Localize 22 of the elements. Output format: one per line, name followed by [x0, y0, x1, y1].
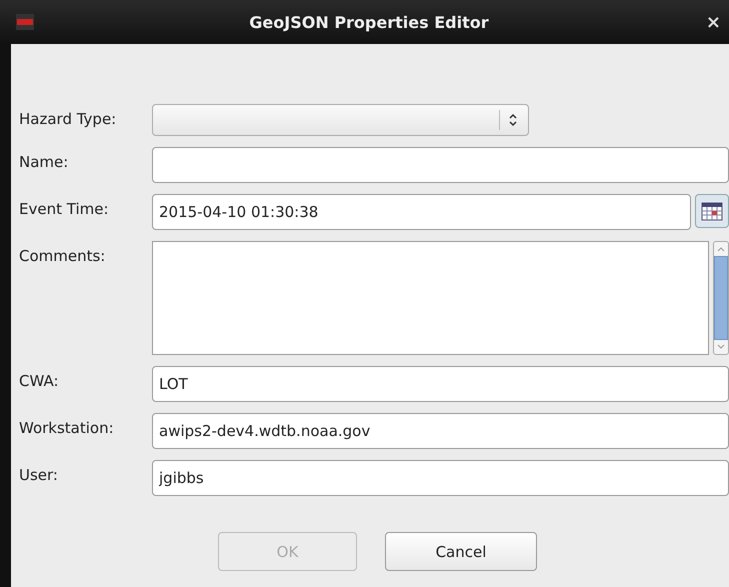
field-label: User: — [19, 465, 59, 484]
up-down-arrows-icon — [508, 112, 518, 128]
field-label: Name: — [19, 152, 70, 171]
text-field[interactable]: jgibbs — [152, 460, 729, 496]
field-label: Comments: — [19, 246, 106, 265]
hazard-type-dropdown[interactable] — [152, 104, 529, 136]
calendar-icon — [701, 201, 723, 221]
calendar-button[interactable] — [695, 194, 729, 228]
field-label: Workstation: — [19, 418, 115, 437]
field-label: Event Time: — [19, 199, 110, 218]
app-icon — [16, 14, 34, 30]
close-button[interactable]: × — [704, 12, 723, 32]
field-label: CWA: — [19, 371, 60, 390]
window-title: GeoJSON Properties Editor — [248, 12, 490, 32]
comments-textarea[interactable] — [152, 241, 709, 355]
scrollbar[interactable] — [713, 241, 729, 355]
date-time-field[interactable]: 2015-04-10 01:30:38 — [152, 194, 691, 230]
field-label: Hazard Type: — [19, 109, 118, 128]
text-field[interactable] — [152, 147, 729, 183]
cancel-button[interactable]: Cancel — [385, 532, 537, 571]
text-field[interactable]: awips2-dev4.wdtb.noaa.gov — [152, 413, 729, 449]
text-field[interactable]: LOT — [152, 366, 729, 402]
